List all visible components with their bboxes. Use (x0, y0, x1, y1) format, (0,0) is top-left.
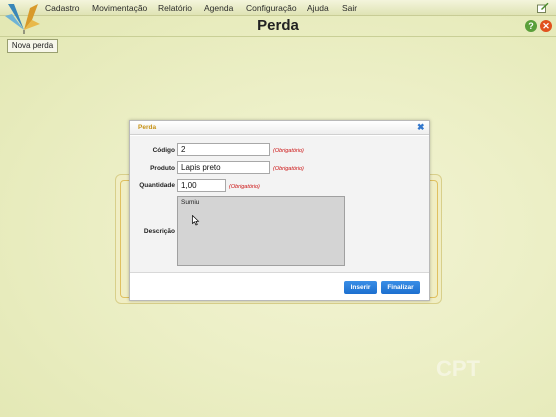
produto-field[interactable]: Lapis preto (177, 161, 270, 174)
dialog-body: Código 2 (Obrigatório) Produto Lapis pre… (130, 136, 429, 272)
help-icon[interactable]: ? (525, 20, 537, 32)
menu-item-cadastro[interactable]: Cadastro (45, 3, 80, 13)
produto-required: (Obrigatório) (273, 166, 304, 172)
dialog-header: Perda ✖ (130, 121, 429, 135)
codigo-label: Código (152, 147, 175, 154)
mouse-cursor-icon (192, 215, 200, 226)
header-divider (0, 36, 556, 37)
quantidade-field[interactable]: 1,00 (177, 179, 226, 192)
dialog-title: Perda (138, 124, 157, 131)
menu-item-agenda[interactable]: Agenda (204, 3, 233, 13)
menu-item-relatorio[interactable]: Relatório (158, 3, 192, 13)
menu-item-sair[interactable]: Sair (342, 3, 357, 13)
edit-icon[interactable] (537, 2, 549, 13)
close-icon[interactable]: ✕ (540, 20, 552, 32)
loss-dialog: Perda ✖ Código 2 (Obrigatório) Produto L… (129, 120, 430, 301)
dialog-close-icon[interactable]: ✖ (417, 122, 425, 133)
new-loss-button[interactable]: Nova perda (7, 39, 58, 53)
menu-item-movimentacao[interactable]: Movimentação (92, 3, 147, 13)
produto-label: Produto (150, 165, 175, 172)
descricao-label: Descrição (143, 228, 175, 235)
watermark-logo: CPT (436, 356, 480, 381)
dialog-footer: Inserir Finalizar (130, 272, 429, 300)
finish-button[interactable]: Finalizar (381, 281, 420, 294)
menu-item-ajuda[interactable]: Ajuda (307, 3, 329, 13)
descricao-textarea[interactable]: Sumiu (177, 196, 345, 266)
page-title: Perda (257, 17, 299, 34)
quantidade-required: (Obrigatório) (229, 184, 260, 190)
menu-bar: Cadastro Movimentação Relatório Agenda C… (0, 0, 556, 16)
quantidade-label: Quantidade (139, 182, 175, 189)
codigo-field[interactable]: 2 (177, 143, 270, 156)
codigo-required: (Obrigatório) (273, 148, 304, 154)
insert-button[interactable]: Inserir (344, 281, 377, 294)
menu-item-configuracao[interactable]: Configuração (246, 3, 297, 13)
